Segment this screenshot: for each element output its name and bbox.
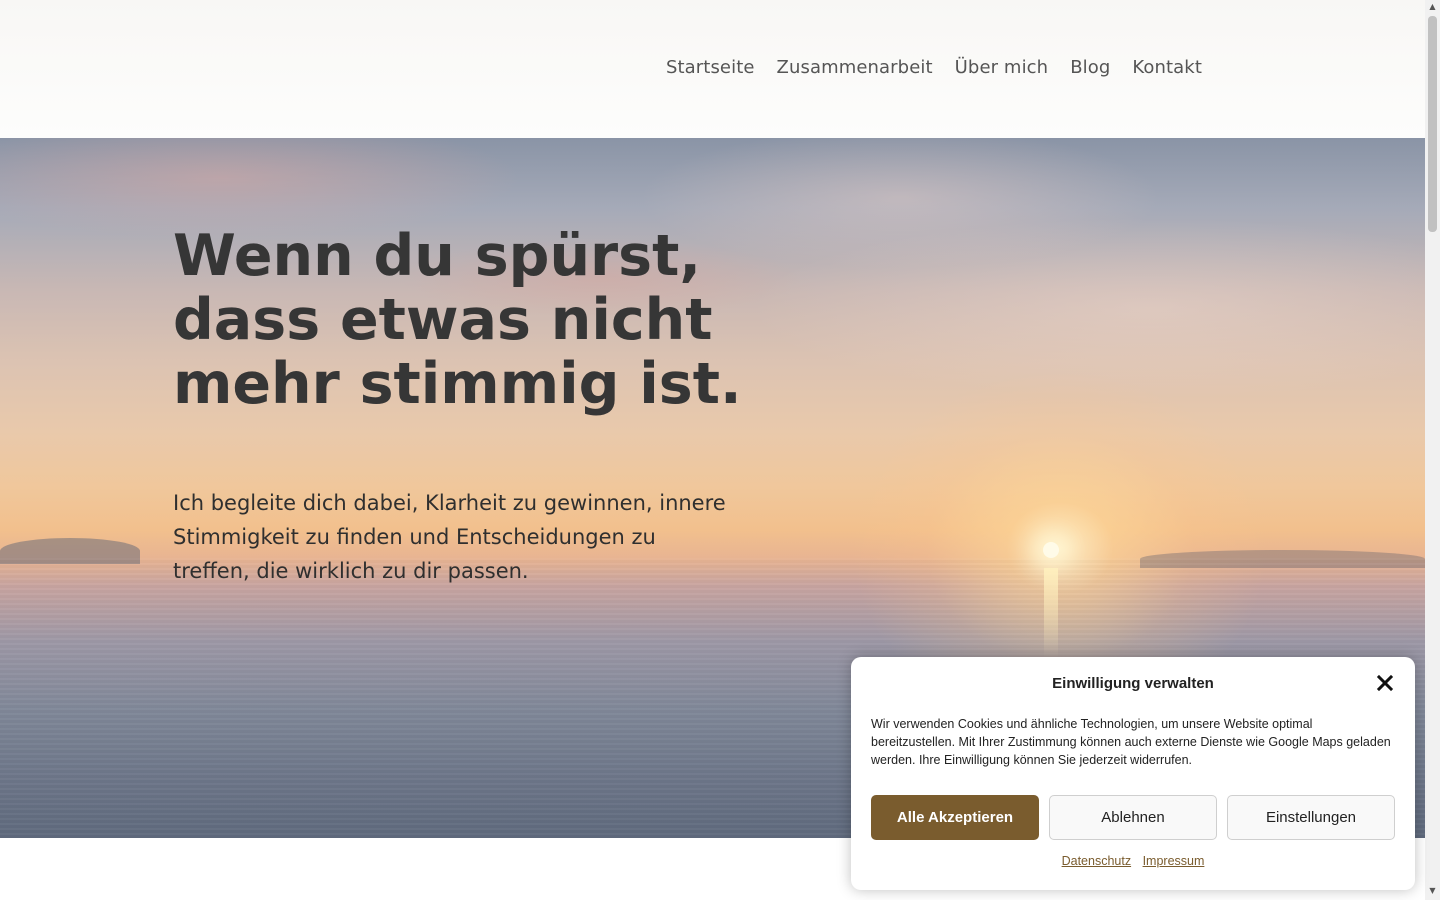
nav-item-zusammenarbeit[interactable]: Zusammenarbeit — [777, 57, 933, 78]
consent-title: Einwilligung verwalten — [1052, 675, 1214, 692]
nav-item-kontakt[interactable]: Kontakt — [1132, 57, 1202, 78]
nav-item-blog[interactable]: Blog — [1070, 57, 1110, 78]
scrollbar-thumb[interactable] — [1428, 16, 1437, 232]
hero-sun — [1043, 542, 1059, 558]
hero-sun-reflection — [1044, 568, 1058, 658]
hero-text: Ich begleite dich dabei, Klarheit zu gew… — [173, 491, 726, 583]
accept-all-button[interactable]: Alle Akzeptieren — [871, 795, 1039, 840]
scroll-down-icon[interactable]: ▼ — [1425, 884, 1440, 898]
privacy-link[interactable]: Datenschutz — [1062, 854, 1131, 868]
cookie-consent-dialog: Einwilligung verwalten Wir verwenden Coo… — [851, 657, 1415, 890]
consent-links: Datenschutz Impressum — [851, 854, 1415, 868]
close-icon[interactable] — [1375, 673, 1395, 693]
scroll-up-icon[interactable]: ▲ — [1425, 0, 1440, 14]
main-nav: Startseite Zusammenarbeit Über mich Blog… — [666, 57, 1202, 78]
imprint-link[interactable]: Impressum — [1143, 854, 1205, 868]
deny-button[interactable]: Ablehnen — [1049, 795, 1217, 840]
hero-title: Wenn du spürst, dass etwas nicht mehr st… — [173, 223, 742, 417]
nav-item-startseite[interactable]: Startseite — [666, 57, 755, 78]
consent-text: Wir verwenden Cookies und ähnliche Techn… — [871, 717, 1391, 767]
page-scrollbar[interactable]: ▲ ▼ — [1425, 0, 1440, 900]
nav-item-ueber-mich[interactable]: Über mich — [955, 57, 1049, 78]
site-header: Startseite Zusammenarbeit Über mich Blog… — [0, 0, 1425, 138]
settings-button[interactable]: Einstellungen — [1227, 795, 1395, 840]
